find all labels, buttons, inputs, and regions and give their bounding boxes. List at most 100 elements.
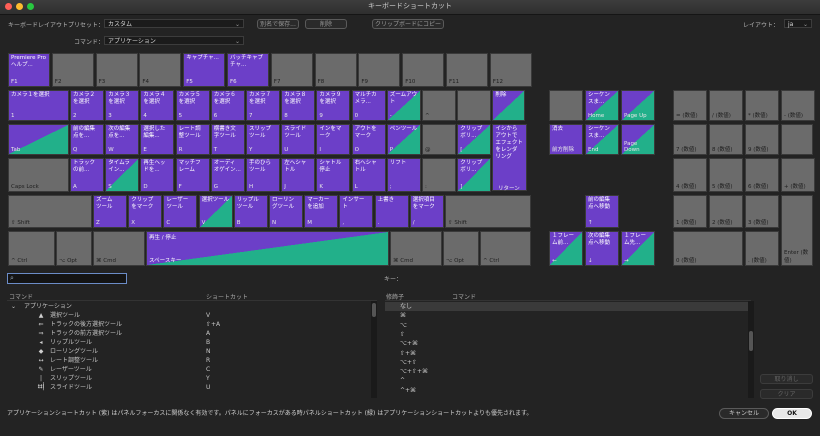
col-modifier[interactable]: 修飾子 (386, 292, 404, 301)
command-select[interactable]: アプリケーション ⌄ (104, 36, 244, 45)
key-right-shift[interactable]: ⇧ Shift (445, 195, 531, 228)
key-num-0[interactable]: カメラ１を選択 1 (8, 90, 69, 121)
key-tab-12[interactable]: イシから アウトで エフェクト をレンダ リング (492, 124, 528, 191)
key-caps-7[interactable]: シャトル 停止 K (316, 158, 351, 192)
shortcut-value[interactable]: A (206, 329, 210, 338)
key-shift-0[interactable]: ズーム ツール Z (93, 195, 127, 228)
key-num-12[interactable] (457, 90, 492, 121)
key-caps-2[interactable]: 再生ヘッ ドを... D (140, 158, 175, 192)
modifier-row[interactable]: ⌥+⌘ (385, 339, 751, 348)
key-numpad-9[interactable]: 8 (数値) (709, 124, 743, 155)
key-shift-5[interactable]: ローリン グツール N (269, 195, 303, 228)
key-f6[interactable]: バッチキャプ チャ... F6 (227, 53, 269, 87)
key-page-down[interactable]: Page Down (621, 124, 655, 155)
key-caps-1[interactable]: タイムラ イン... S (105, 158, 140, 192)
key-numpad-decimal[interactable]: . (数値) (745, 231, 779, 266)
key-num-7[interactable]: カメラ８ を選択 8 (281, 90, 316, 121)
key-shift-8[interactable]: 上書き. (374, 195, 409, 228)
delete-preset-button[interactable]: 削除 (305, 19, 347, 29)
key-f3[interactable]: F3 (95, 53, 138, 87)
key-shift-9[interactable]: 選択項目 をマーク / (409, 195, 444, 228)
col-shortcut[interactable]: ショートカット (206, 292, 248, 301)
key-f10[interactable]: F10 (402, 53, 445, 87)
key-right-cmd[interactable]: ⌘ Cmd (390, 231, 442, 266)
key-tab-9[interactable]: ペンツール P (386, 124, 421, 155)
key-tab-0[interactable]: 前の編集 点を... Q (70, 124, 104, 155)
copy-clipboard-button[interactable]: クリップボードにコピー (372, 19, 444, 29)
key-numpad-8[interactable]: 7 (数値) (673, 124, 707, 155)
key-nav-blank[interactable] (549, 90, 583, 121)
preset-select[interactable]: カスタム ⌄ (104, 19, 244, 28)
key-f11[interactable]: F11 (446, 53, 488, 87)
modifier-scrollbar[interactable] (748, 301, 754, 398)
modifier-row[interactable]: ⇧+⌘ (385, 349, 751, 358)
key-tab-2[interactable]: 選択した 編集... E (140, 124, 175, 155)
key-f1[interactable]: Premiere Pro ヘルプ... F1 (8, 53, 50, 87)
undo-button[interactable]: 取り消し (760, 374, 813, 384)
key-arrow-up[interactable]: 前の編集 点へ移動 ↑ (585, 195, 619, 228)
key-num-6[interactable]: カメラ７ を選択 7 (246, 90, 280, 121)
key-numpad-7[interactable]: - (数値) (781, 90, 815, 121)
shortcut-value[interactable]: R (206, 356, 210, 365)
table-row[interactable]: ⇐ トラックの後方選択ツール ⇧+A (7, 320, 377, 329)
key-left-cmd[interactable]: ⌘ Cmd (93, 231, 145, 266)
key-tab-8[interactable]: アウトを マーク O (351, 124, 386, 155)
key-numpad-18[interactable]: 3 (数値) (745, 195, 779, 228)
key-numpad-15[interactable]: + (数値) (781, 158, 815, 192)
key-numpad-10[interactable]: 9 (数値) (745, 124, 779, 155)
shortcut-value[interactable]: Y (206, 374, 210, 383)
modifier-row[interactable]: ⌥+⇧+⌘ (385, 367, 751, 376)
shortcut-value[interactable]: C (206, 365, 210, 374)
key-shift-1[interactable]: クリップ をマーク X (128, 195, 163, 228)
key-right-ctrl[interactable]: ^ Ctrl (480, 231, 531, 266)
key-tab-7[interactable]: インをマ ーク I (316, 124, 351, 155)
modifier-row[interactable]: ⇧ (385, 330, 751, 339)
table-row[interactable]: ✎ レーザーツール C (7, 365, 377, 374)
key-numpad-blank[interactable] (781, 124, 813, 155)
key-tab-1[interactable]: 次の編集 点を... W (105, 124, 140, 155)
key-numpad-12[interactable]: 4 (数値) (673, 158, 707, 192)
key-arrow-down[interactable]: 次の編集 点へ移動 ↓ (585, 231, 619, 266)
key-shift-2[interactable]: レーザー ツール C (163, 195, 198, 228)
table-row[interactable]: ↔| スライドツール U (7, 383, 377, 392)
key-caps-8[interactable]: 右へシャ トル L (351, 158, 386, 192)
key-page-up[interactable]: Page Up (621, 90, 655, 121)
key-f12[interactable]: F12 (489, 53, 532, 87)
key-left-opt[interactable]: ⌥ Opt (56, 231, 92, 266)
key-tab-6[interactable]: スライド ツール U (281, 124, 316, 155)
key-numpad-17[interactable]: 2 (数値) (709, 195, 743, 228)
table-row[interactable]: ◂ リップルツール B (7, 338, 377, 347)
key-shift-7[interactable]: インサー ト, (339, 195, 374, 228)
key-num-2[interactable]: カメラ３ を選択 3 (105, 90, 140, 121)
modifier-row[interactable]: ^ (385, 376, 751, 385)
key-caps-10[interactable]: : (422, 158, 456, 192)
command-scrollbar[interactable] (371, 301, 377, 398)
key-caps-5[interactable]: 手のひら ツール H (246, 158, 280, 192)
key-tab-4[interactable]: 横書き文 字ツール T (210, 124, 245, 155)
key-numpad-enter[interactable]: Enter (数値) (781, 195, 813, 266)
key-num-11[interactable]: ^ (422, 90, 456, 121)
key-arrow-left[interactable]: １フレー ム前... ← (549, 231, 583, 266)
key-numpad-0[interactable]: 0 (数値) (673, 231, 743, 266)
key-caps-4[interactable]: オーディ オゲイン... G (210, 158, 245, 192)
ok-button[interactable]: OK (772, 408, 812, 419)
modifier-row[interactable]: ⌥ (385, 321, 751, 330)
modifier-row[interactable]: ^+⌘ (385, 386, 751, 395)
key-num-1[interactable]: カメラ２ を選択 2 (70, 90, 104, 121)
key-numpad-14[interactable]: 6 (数値) (745, 158, 779, 192)
key-numpad-5[interactable]: / (数値) (709, 90, 743, 121)
key-space[interactable]: 再生 / 停止 スペースキー (146, 231, 389, 266)
key-numpad-13[interactable]: 5 (数値) (709, 158, 743, 192)
key-right-opt[interactable]: ⌥ Opt (443, 231, 479, 266)
cancel-button[interactable]: キャンセル (719, 408, 769, 419)
key-end[interactable]: シーケン スま... End (585, 124, 619, 155)
key-num-13[interactable]: 削除 (492, 90, 526, 121)
key-numpad-4[interactable]: = (数値) (673, 90, 707, 121)
col-command[interactable]: コマンド (9, 292, 33, 301)
key-num-3[interactable]: カメラ４ を選択 4 (140, 90, 175, 121)
shortcut-value[interactable]: V (206, 311, 210, 320)
key-f4[interactable]: F4 (139, 53, 182, 87)
key-caps-3[interactable]: マッチフ レーム F (175, 158, 210, 192)
search-input[interactable]: ⌕ (7, 273, 127, 284)
key-num-9[interactable]: マルチカ メラ... 0 (351, 90, 386, 121)
